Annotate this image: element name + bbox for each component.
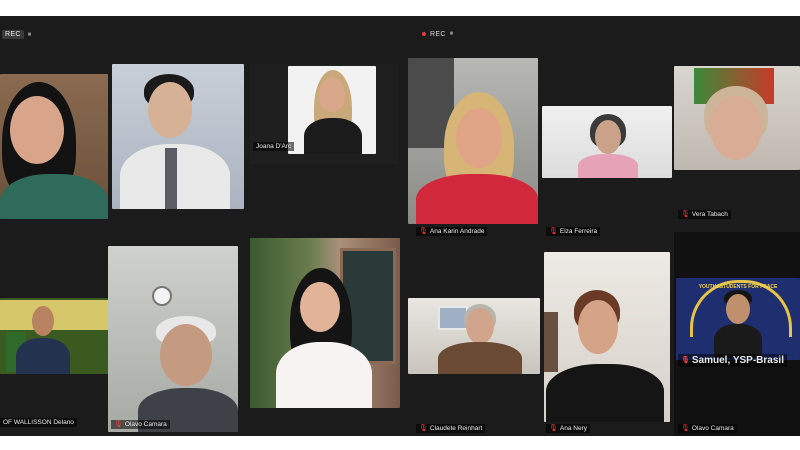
participant-tile[interactable]: 🎙 Ana Karin Andrade <box>408 58 538 240</box>
participant-tile[interactable]: 🎙 Olavo Camara <box>108 246 238 432</box>
participant-name-label: 🎙 Ana Nery <box>546 424 590 433</box>
participant-tile[interactable]: OF WALLISSON Delano <box>0 236 108 432</box>
participant-video <box>108 246 238 432</box>
mic-muted-icon: 🎙 <box>114 421 123 428</box>
participant-tile[interactable] <box>250 238 400 408</box>
recording-indicator: REC ⏸ <box>2 30 32 39</box>
participant-tile[interactable]: YOUTH&STUDENTS FOR PEACE 🎙 Samuel, YSP-B… <box>674 232 800 436</box>
mic-muted-icon: 🎙 <box>681 211 690 218</box>
participant-tile[interactable]: 🎙 Vera Tabach <box>674 66 800 226</box>
pause-icon[interactable]: ⏸ <box>28 31 32 39</box>
rec-label: REC <box>430 30 446 38</box>
right-meeting-window: REC ⏸ 🎙 Ana Karin Andrade 🎙 Elza Ferreir… <box>400 16 800 436</box>
participant-name-label: 🎙 Olavo Camara <box>111 420 170 429</box>
participant-video <box>544 252 670 422</box>
participant-video <box>112 64 244 209</box>
participant-video <box>408 298 540 374</box>
participant-name-label: 🎙 Vera Tabach <box>678 210 731 219</box>
participant-tile[interactable] <box>112 64 244 209</box>
left-meeting-window: REC ⏸ Joana D'Arc OF WALLISSON Delano 🎙 … <box>0 16 400 436</box>
participant-name-label: 🎙 Olavo Camara <box>678 424 737 433</box>
participant-video <box>288 66 376 154</box>
mic-muted-icon: 🎙 <box>681 357 690 364</box>
clock-image <box>152 286 172 306</box>
participant-name-label: 🎙 Elza Ferreira <box>546 227 601 236</box>
participant-video <box>674 66 800 170</box>
participant-name-label: 🎙 Samuel, YSP-Brasil <box>678 354 787 367</box>
participant-name-label: OF WALLISSON Delano <box>0 418 77 427</box>
mic-muted-icon: 🎙 <box>419 228 428 235</box>
participant-tile[interactable]: Joana D'Arc <box>250 64 398 164</box>
participant-name-label: Joana D'Arc <box>253 142 295 151</box>
participant-name-label: 🎙 Claudete Reinhart <box>416 424 486 433</box>
mic-muted-icon: 🎙 <box>549 425 558 432</box>
participant-tile[interactable] <box>0 74 108 219</box>
rec-label: REC <box>2 30 24 39</box>
participant-name-label: 🎙 Ana Karin Andrade <box>416 227 488 236</box>
participant-tile[interactable]: 🎙 Ana Nery <box>542 252 672 436</box>
participant-video <box>0 74 108 219</box>
recording-indicator: REC ⏸ <box>422 30 454 38</box>
participant-video: YOUTH&STUDENTS FOR PEACE <box>676 278 800 360</box>
mic-muted-icon: 🎙 <box>549 228 558 235</box>
participant-video <box>250 238 400 408</box>
recording-dot-icon <box>422 32 426 36</box>
participant-video <box>542 106 672 178</box>
participant-tile[interactable]: 🎙 Claudete Reinhart <box>408 298 540 436</box>
participant-video <box>0 298 108 374</box>
participant-video <box>408 58 538 224</box>
banner-image <box>0 300 108 330</box>
participant-tile[interactable]: 🎙 Elza Ferreira <box>542 106 672 240</box>
mic-muted-icon: 🎙 <box>681 425 690 432</box>
mic-muted-icon: 🎙 <box>419 425 428 432</box>
pause-icon[interactable]: ⏸ <box>450 30 454 38</box>
